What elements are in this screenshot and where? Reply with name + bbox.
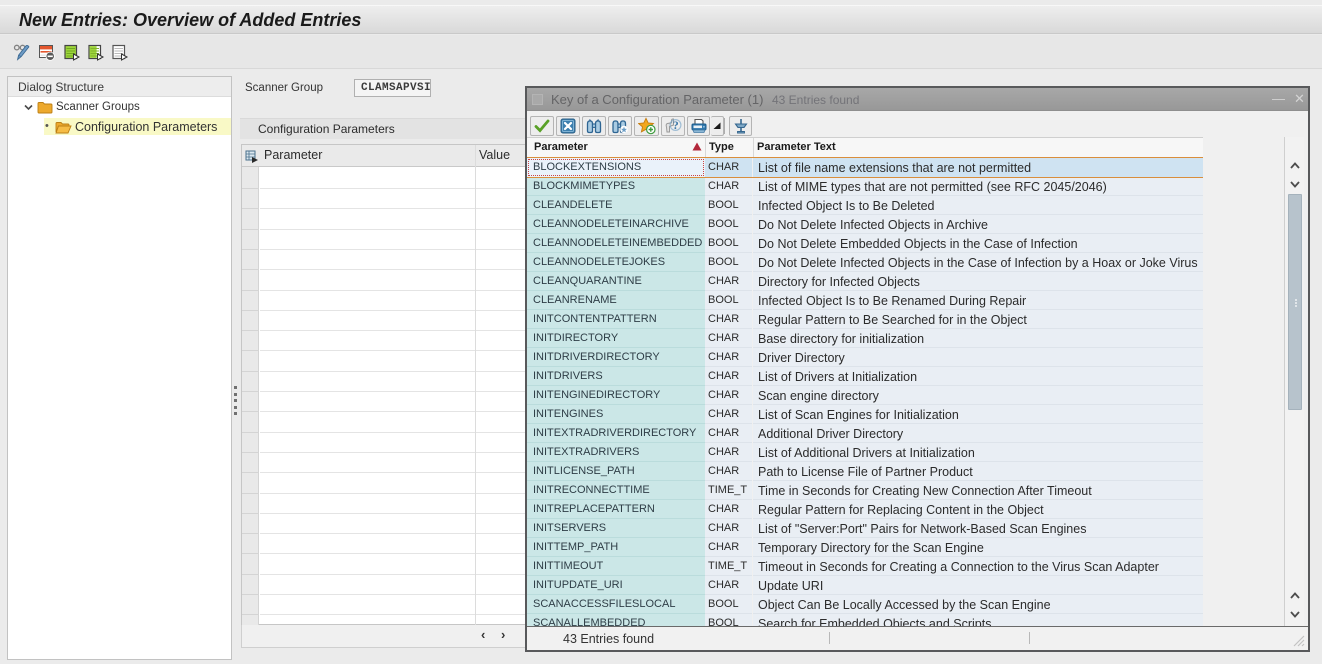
svg-text:?: ? (673, 118, 679, 132)
